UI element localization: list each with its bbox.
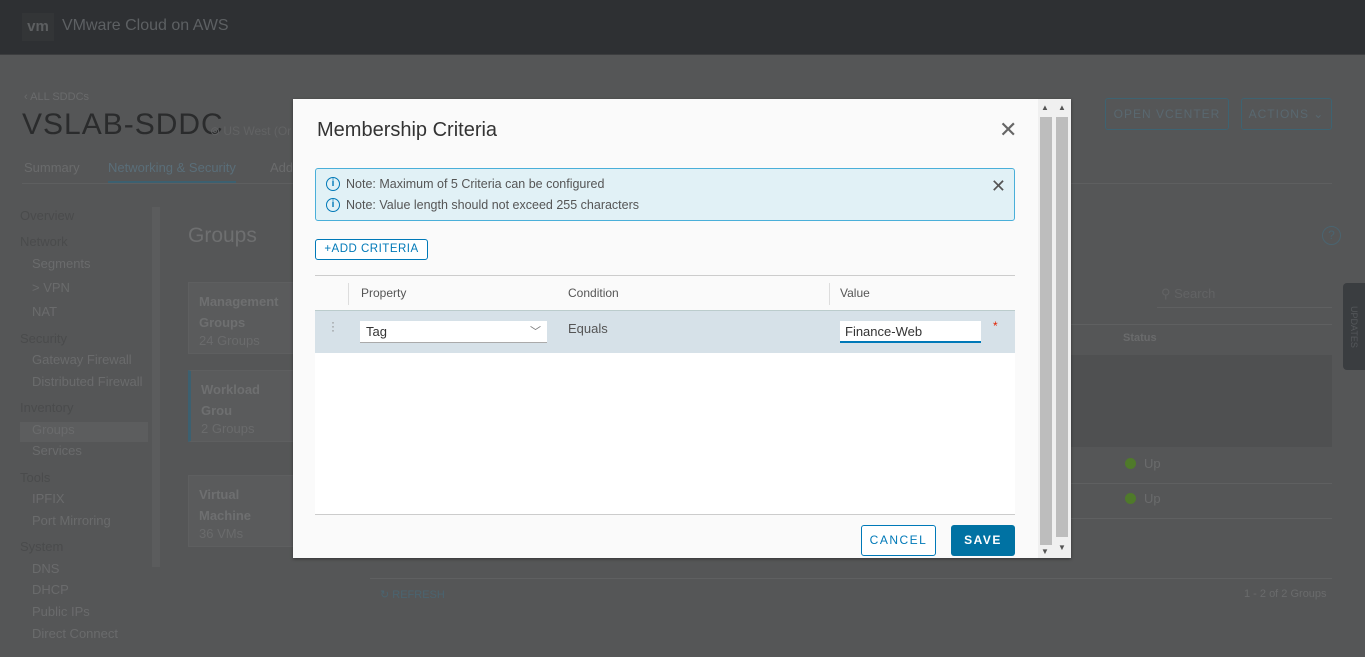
card-count: 24 Groups bbox=[199, 333, 260, 348]
sidebar-item[interactable]: Security bbox=[20, 331, 67, 346]
membership-criteria-dialog: Membership Criteria ✕ i Note: Maximum of … bbox=[293, 99, 1071, 558]
region-label: ⊚ US West (Or bbox=[210, 124, 291, 138]
criteria-grid: Property Condition Value · · · Tag ﹀ Equals… bbox=[315, 275, 1015, 515]
scroll-up-icon[interactable]: ▲ bbox=[1041, 103, 1049, 112]
card-title: Management Groups bbox=[199, 294, 279, 330]
column-header-property: Property bbox=[361, 286, 407, 300]
required-indicator: * bbox=[993, 319, 998, 333]
sidebar-item[interactable]: Segments bbox=[32, 256, 91, 271]
all-sddcs-link[interactable]: ‹ ALL SDDCs bbox=[24, 91, 89, 103]
sidebar-item[interactable]: Direct Connect bbox=[32, 626, 118, 638]
dialog-title: Membership Criteria bbox=[317, 119, 498, 141]
sidebar-item[interactable]: DNS bbox=[32, 561, 59, 576]
scroll-down-icon[interactable]: ▼ bbox=[1041, 547, 1049, 556]
search-input[interactable]: ⚲ Search bbox=[1157, 286, 1332, 308]
note-text: Note: Value length should not exceed 255… bbox=[346, 198, 640, 212]
location-icon: ⊚ bbox=[210, 124, 224, 138]
info-banner: i Note: Maximum of 5 Criteria can be conf… bbox=[315, 168, 1015, 221]
sidebar-item[interactable]: Overview bbox=[20, 208, 74, 223]
column-header-condition: Condition bbox=[568, 286, 619, 300]
sidebar-item[interactable]: Port Mirroring bbox=[32, 513, 111, 528]
scroll-up-icon[interactable]: ▲ bbox=[1058, 103, 1066, 112]
grid-header: Property Condition Value bbox=[315, 276, 1015, 310]
sidebar-item[interactable]: IPFIX bbox=[32, 491, 65, 506]
divider bbox=[370, 578, 1332, 579]
dialog-scrollbar[interactable]: ▲ ▲ ▼ ▼ bbox=[1038, 99, 1071, 558]
note-line: i Note: Maximum of 5 Criteria can be conf… bbox=[326, 177, 604, 191]
property-value: Tag bbox=[366, 324, 387, 339]
sidebar-item[interactable]: Network bbox=[20, 234, 68, 249]
value-input[interactable] bbox=[840, 321, 981, 343]
pagination-text: 1 - 2 of 2 Groups bbox=[1244, 588, 1327, 600]
refresh-label: REFRESH bbox=[392, 589, 445, 601]
close-icon[interactable]: ✕ bbox=[999, 119, 1017, 141]
search-icon: ⚲ bbox=[1161, 286, 1175, 301]
management-groups-card[interactable]: Management Groups 24 Groups bbox=[188, 282, 298, 354]
drag-handle-icon[interactable]: · · · bbox=[331, 316, 335, 336]
cancel-button[interactable]: CANCEL bbox=[861, 525, 936, 556]
table-row[interactable]: Up bbox=[1070, 485, 1332, 519]
sidebar-item[interactable]: > VPN bbox=[32, 280, 70, 295]
region-text: US West (Or bbox=[223, 124, 292, 138]
card-title: Workload Grou bbox=[201, 382, 260, 418]
card-count: 36 VMs bbox=[199, 526, 244, 541]
status-up-icon bbox=[1125, 458, 1136, 469]
criteria-row: ··· Tag ﹀ Equals * bbox=[315, 310, 1015, 353]
tab-add-ons[interactable]: Add bbox=[270, 160, 292, 175]
help-icon[interactable]: ? bbox=[1322, 226, 1341, 245]
condition-value: Equals bbox=[568, 321, 608, 336]
virtual-machines-card[interactable]: Virtual Machine 36 VMs bbox=[188, 475, 298, 547]
back-link-label: ALL SDDCs bbox=[30, 91, 90, 103]
save-button[interactable]: SAVE bbox=[951, 525, 1015, 556]
property-select[interactable]: Tag ﹀ bbox=[360, 321, 547, 343]
updates-side-tab[interactable]: UPDATES bbox=[1343, 283, 1365, 370]
status-column-header: Status bbox=[1123, 332, 1157, 344]
sidebar-item[interactable]: Groups bbox=[20, 422, 148, 442]
app-title: VMware Cloud on AWS bbox=[62, 17, 229, 34]
tab-summary[interactable]: Summary bbox=[24, 160, 80, 175]
note-line: i Note: Value length should not exceed 25… bbox=[326, 198, 639, 212]
sidebar-scrollbar[interactable] bbox=[150, 195, 162, 635]
sidebar-item[interactable]: NAT bbox=[32, 304, 57, 319]
tab-networking-security[interactable]: Networking & Security bbox=[108, 160, 236, 184]
status-text: Up bbox=[1144, 491, 1161, 506]
status-text: Up bbox=[1144, 456, 1161, 471]
expanded-row bbox=[1070, 355, 1332, 447]
add-criteria-button[interactable]: +ADD CRITERIA bbox=[315, 239, 428, 260]
sidebar-item[interactable]: DHCP bbox=[32, 582, 69, 597]
sidebar-item[interactable]: Services bbox=[32, 443, 82, 458]
table-row[interactable]: Up bbox=[1070, 450, 1332, 484]
groups-heading: Groups bbox=[188, 224, 257, 247]
sidebar-item[interactable]: Inventory bbox=[20, 400, 73, 415]
column-header-value: Value bbox=[840, 286, 870, 300]
card-title: Virtual Machine bbox=[199, 487, 252, 523]
sidebar-item[interactable]: System bbox=[20, 539, 63, 554]
refresh-icon: ↻ bbox=[380, 589, 393, 601]
workload-groups-card[interactable]: Workload Grou 2 Groups bbox=[188, 370, 298, 442]
card-count: 2 Groups bbox=[201, 421, 255, 436]
scroll-down-icon[interactable]: ▼ bbox=[1058, 543, 1066, 552]
sidebar-item[interactable]: Public IPs bbox=[32, 604, 90, 619]
actions-button[interactable]: ACTIONS ⌄ bbox=[1241, 98, 1332, 130]
open-vcenter-button[interactable]: OPEN VCENTER bbox=[1105, 98, 1229, 130]
status-up-icon bbox=[1125, 493, 1136, 504]
sidebar-item[interactable]: Distributed Firewall bbox=[32, 374, 143, 389]
dismiss-banner-close-icon[interactable]: ✕ bbox=[991, 176, 1006, 197]
page-title: VSLAB-SDDC bbox=[22, 108, 224, 141]
sidebar-item[interactable]: Tools bbox=[20, 470, 50, 485]
search-placeholder: Search bbox=[1174, 286, 1216, 301]
actions-label: ACTIONS bbox=[1248, 107, 1309, 121]
chevron-down-icon: ﹀ bbox=[530, 326, 541, 338]
sidebar-item[interactable]: Gateway Firewall bbox=[32, 352, 132, 367]
divider bbox=[1070, 324, 1332, 325]
refresh-button[interactable]: ↻ REFRESH bbox=[380, 588, 445, 601]
note-text: Note: Maximum of 5 Criteria can be confi… bbox=[346, 177, 605, 191]
info-icon: i bbox=[326, 177, 340, 191]
vmware-logo: vm bbox=[22, 13, 54, 41]
info-icon: i bbox=[326, 198, 340, 212]
app-header: vm VMware Cloud on AWS bbox=[0, 0, 1365, 55]
